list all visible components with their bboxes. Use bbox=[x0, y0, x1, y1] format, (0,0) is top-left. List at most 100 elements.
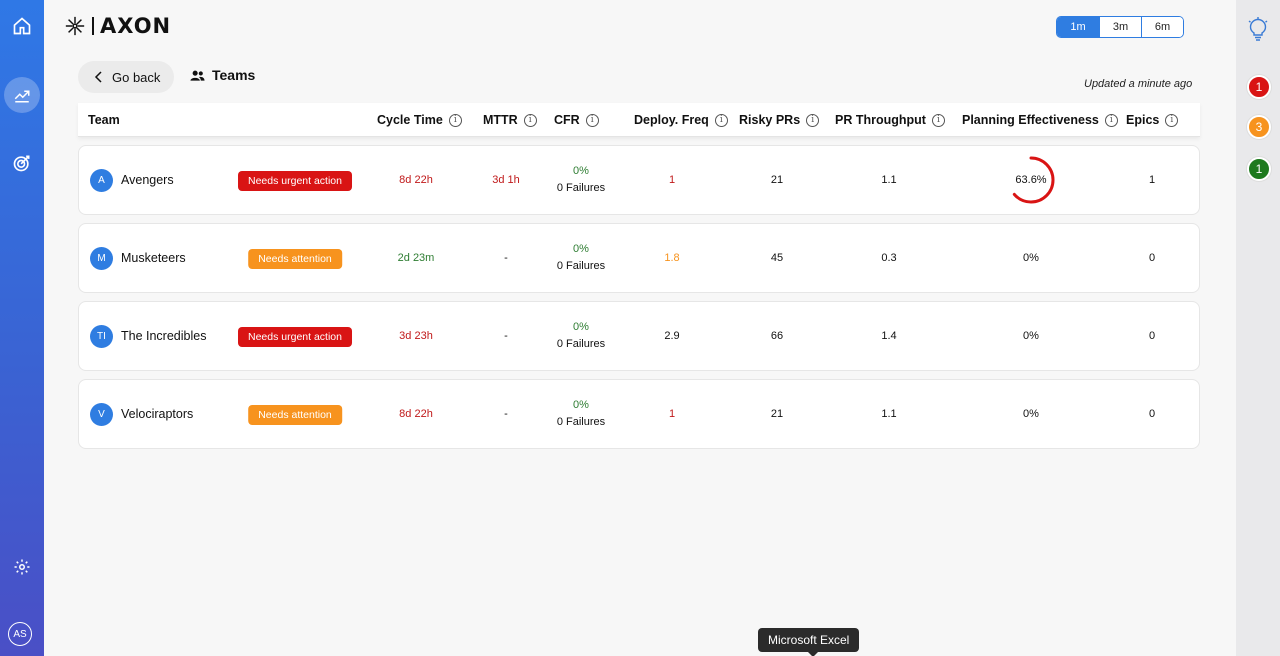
column-header-epics[interactable]: Epics i bbox=[1126, 103, 1179, 137]
info-icon[interactable]: i bbox=[931, 113, 945, 127]
info-icon[interactable]: i bbox=[523, 113, 537, 127]
team-name[interactable]: Musketeers bbox=[121, 224, 186, 292]
cfr-percent: 0% bbox=[573, 321, 589, 334]
status-badge: Needs attention bbox=[248, 405, 342, 425]
status-badge: Needs urgent action bbox=[238, 171, 352, 191]
updated-timestamp: Updated a minute ago bbox=[1084, 78, 1193, 90]
table-row[interactable]: TI The Incredibles Needs urgent action 3… bbox=[78, 301, 1200, 371]
column-header-cfr[interactable]: CFR i bbox=[554, 103, 599, 137]
go-back-label: Go back bbox=[112, 69, 161, 85]
column-header-planning-effectiveness[interactable]: Planning Effectiveness i bbox=[962, 103, 1118, 137]
mttr-value: - bbox=[504, 408, 508, 420]
right-rail: 1 3 1 bbox=[1236, 0, 1280, 656]
mttr-value: - bbox=[504, 252, 508, 264]
status-badge: Needs urgent action bbox=[238, 327, 352, 347]
team-avatar: TI bbox=[90, 325, 113, 348]
urgent-alert-count[interactable]: 1 bbox=[1247, 75, 1271, 99]
main-panel: AXON 1m 3m 6m Go back Teams Updated a mi… bbox=[44, 0, 1236, 656]
cfr-cell: 0% 0 Failures bbox=[557, 146, 605, 214]
cycle-time-value: 2d 23m bbox=[397, 252, 435, 264]
team-avatar: A bbox=[90, 169, 113, 192]
column-header-deploy-freq[interactable]: Deploy. Freq i bbox=[634, 103, 728, 137]
cycle-time-value: 8d 22h bbox=[399, 408, 433, 420]
lightbulb-icon[interactable] bbox=[1247, 16, 1269, 42]
risky-prs-value: 21 bbox=[770, 174, 784, 186]
app-logo: AXON bbox=[64, 14, 171, 38]
healthy-alert-count[interactable]: 1 bbox=[1247, 157, 1271, 181]
planning-effectiveness-value: 0% bbox=[1023, 330, 1039, 342]
epics-value: 0 bbox=[1148, 408, 1156, 420]
team-name[interactable]: The Incredibles bbox=[121, 302, 206, 370]
info-icon[interactable]: i bbox=[806, 113, 820, 127]
cfr-percent: 0% bbox=[573, 243, 589, 256]
settings-icon[interactable] bbox=[4, 549, 40, 585]
info-icon[interactable]: i bbox=[448, 113, 462, 127]
info-icon[interactable]: i bbox=[585, 113, 599, 127]
taskbar-tooltip: Microsoft Excel bbox=[758, 628, 860, 656]
range-3m-button[interactable]: 3m bbox=[1099, 17, 1141, 37]
column-header-team[interactable]: Team bbox=[88, 103, 120, 137]
target-icon[interactable] bbox=[4, 145, 40, 181]
table-row[interactable]: A Avengers Needs urgent action 8d 22h 3d… bbox=[78, 145, 1200, 215]
deploy-freq-value: 2.9 bbox=[664, 330, 680, 342]
deploy-freq-value: 1.8 bbox=[664, 252, 680, 264]
team-avatar: M bbox=[90, 247, 113, 270]
risky-prs-value: 45 bbox=[770, 252, 784, 264]
status-badge: Needs attention bbox=[248, 249, 342, 269]
risky-prs-value: 21 bbox=[770, 408, 784, 420]
pr-throughput-value: 1.1 bbox=[881, 408, 897, 420]
column-header-pr-throughput[interactable]: PR Throughput i bbox=[835, 103, 945, 137]
team-name[interactable]: Avengers bbox=[121, 146, 174, 214]
asterisk-logo-icon bbox=[65, 16, 85, 36]
deploy-freq-value: 1 bbox=[668, 174, 676, 186]
team-name[interactable]: Velociraptors bbox=[121, 380, 193, 448]
planning-effectiveness-value: 63.6% bbox=[1015, 174, 1047, 186]
epics-value: 0 bbox=[1148, 252, 1156, 264]
info-icon[interactable]: i bbox=[1165, 113, 1179, 127]
epics-value: 0 bbox=[1148, 330, 1156, 342]
planning-effectiveness-value: 0% bbox=[1023, 408, 1039, 420]
info-icon[interactable]: i bbox=[1104, 113, 1118, 127]
cfr-failures: 0 Failures bbox=[556, 181, 606, 194]
column-header-risky-prs[interactable]: Risky PRs i bbox=[739, 103, 820, 137]
cycle-time-value: 8d 22h bbox=[399, 174, 433, 186]
deploy-freq-value: 1 bbox=[668, 408, 676, 420]
mttr-value: 3d 1h bbox=[492, 174, 520, 186]
logo-text: AXON bbox=[100, 14, 172, 38]
table-header: Team Cycle Time i MTTR i CFR i Deploy. Freq… bbox=[78, 103, 1200, 137]
epics-value: 1 bbox=[1148, 174, 1156, 186]
table-row[interactable]: V Velociraptors Needs attention 8d 22h -… bbox=[78, 379, 1200, 449]
home-icon[interactable] bbox=[4, 8, 40, 44]
cfr-cell: 0% 0 Failures bbox=[557, 380, 605, 448]
cfr-failures: 0 Failures bbox=[556, 259, 606, 272]
cfr-percent: 0% bbox=[573, 399, 589, 412]
column-header-cycle-time[interactable]: Cycle Time i bbox=[377, 103, 462, 137]
cfr-cell: 0% 0 Failures bbox=[557, 302, 605, 370]
pr-throughput-value: 1.1 bbox=[881, 174, 897, 186]
pr-throughput-value: 0.3 bbox=[881, 252, 897, 264]
cfr-percent: 0% bbox=[573, 165, 589, 178]
left-sidebar: AS bbox=[0, 0, 44, 656]
range-6m-button[interactable]: 6m bbox=[1141, 17, 1183, 37]
pr-throughput-value: 1.4 bbox=[881, 330, 897, 342]
mttr-value: - bbox=[504, 330, 508, 342]
time-range-selector: 1m 3m 6m bbox=[1056, 16, 1184, 38]
cfr-failures: 0 Failures bbox=[556, 415, 606, 428]
cycle-time-value: 3d 23h bbox=[399, 330, 433, 342]
cfr-cell: 0% 0 Failures bbox=[557, 224, 605, 292]
users-icon bbox=[190, 70, 205, 81]
attention-alert-count[interactable]: 3 bbox=[1247, 115, 1271, 139]
chevron-left-icon bbox=[94, 71, 102, 83]
cfr-failures: 0 Failures bbox=[556, 337, 606, 350]
table-row[interactable]: M Musketeers Needs attention 2d 23m - 0%… bbox=[78, 223, 1200, 293]
logo-divider bbox=[92, 17, 94, 35]
info-icon[interactable]: i bbox=[714, 113, 728, 127]
column-header-mttr[interactable]: MTTR i bbox=[483, 103, 537, 137]
page-title: Teams bbox=[190, 67, 255, 83]
range-1m-button[interactable]: 1m bbox=[1057, 17, 1099, 37]
page-title-label: Teams bbox=[212, 67, 256, 83]
risky-prs-value: 66 bbox=[770, 330, 784, 342]
go-back-button[interactable]: Go back bbox=[78, 61, 174, 93]
user-avatar[interactable]: AS bbox=[8, 622, 32, 646]
analytics-icon[interactable] bbox=[4, 77, 40, 113]
